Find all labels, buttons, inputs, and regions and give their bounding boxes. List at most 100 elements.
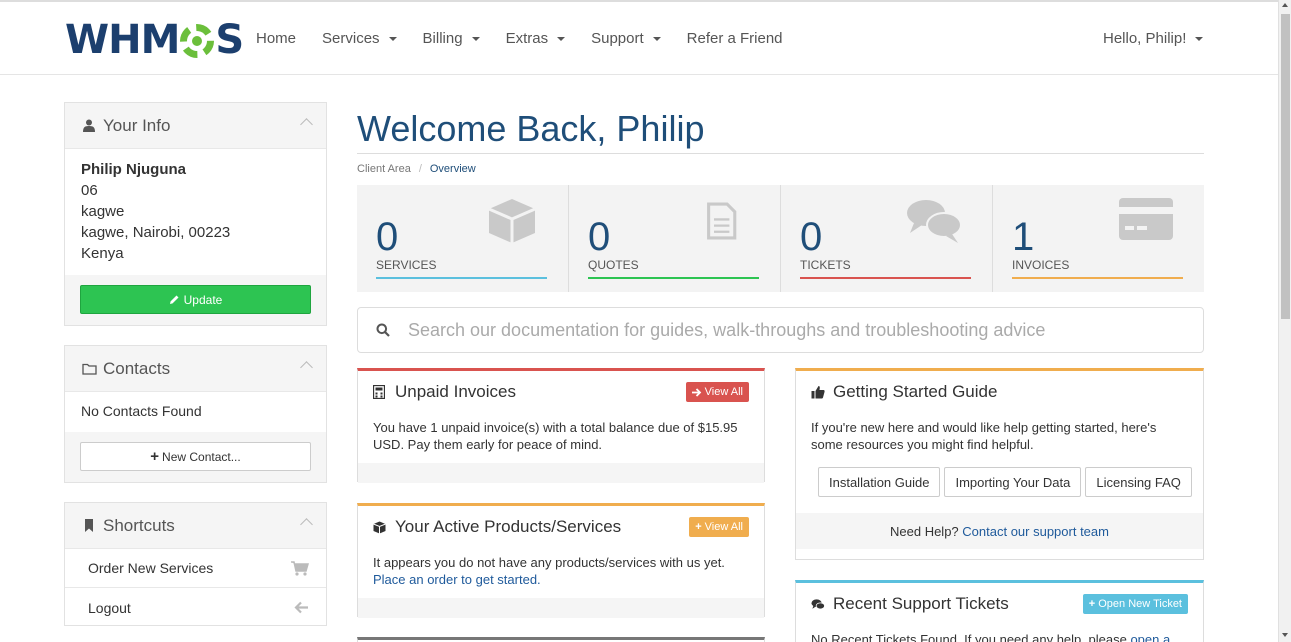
update-button[interactable]: Update [80,285,311,314]
file-icon [707,202,737,240]
logo-text-left: WHM [65,17,180,63]
gear-logo-icon [180,24,215,58]
contact-support-link[interactable]: Contact our support team [962,524,1109,539]
stat-quotes[interactable]: 0 QUOTES [569,185,781,292]
nav-label: Refer a Friend [686,30,783,47]
panel-title: Your Info [103,115,171,135]
scrollbar-thumb[interactable] [1281,14,1290,319]
plus-icon: + [695,521,702,533]
nav-services[interactable]: Services [322,30,397,47]
stat-label: SERVICES [376,258,437,272]
whmcs-logo[interactable]: WHM S [65,17,244,63]
nav-home[interactable]: Home [256,30,296,47]
address-line: kagwe, Nairobi, 00223 [81,224,231,241]
page-title: Welcome Back, Philip [357,108,705,149]
getting-started-text: If you're new here and would like help g… [811,420,1157,452]
shortcut-order-new-services[interactable]: Order New Services [65,549,326,588]
stat-value: 0 [376,215,399,259]
need-help-label: Need Help? [890,523,959,539]
shortcuts-panel: Shortcuts Order New Services Logout [64,502,327,626]
open-ticket-link[interactable]: open a [1130,632,1170,642]
contacts-header[interactable]: Contacts [65,346,326,392]
caret-down-icon [557,36,566,41]
caret-down-icon [388,36,397,41]
chevron-up-icon[interactable] [300,518,313,531]
top-navbar: WHM S Home Services Billing Extras Suppor… [0,0,1278,75]
guide-button-group: Installation Guide Importing Your Data L… [796,453,1203,497]
breadcrumb-separator: / [418,163,422,175]
user-menu[interactable]: Hello, Philip! [1103,30,1204,47]
stat-invoices[interactable]: 1 INVOICES [993,185,1204,292]
installation-guide-button[interactable]: Installation Guide [818,467,941,497]
caret-down-icon [471,36,480,41]
kb-search [357,307,1204,353]
nav-refer-a-friend[interactable]: Refer a Friend [687,30,783,47]
breadcrumb-client-area[interactable]: Client Area [357,163,411,175]
cube-icon [488,199,536,243]
nav-label: Billing [422,30,463,47]
stats-tiles: 0 SERVICES 0 QUOTES 0 TICKETS 1 INVOICES [357,185,1204,292]
stat-services[interactable]: 0 SERVICES [357,185,569,292]
arrow-right-icon [691,387,701,397]
active-products-card: Your Active Products/Services + View All… [357,503,765,618]
scroll-up-icon[interactable] [1282,3,1288,7]
search-input[interactable] [408,319,1188,341]
client-name: Philip Njuguna [81,161,186,178]
open-new-ticket-button[interactable]: + Open New Ticket [1082,594,1188,614]
cart-icon [291,560,309,576]
credit-card-icon [1119,198,1173,240]
licensing-faq-button[interactable]: Licensing FAQ [1085,467,1192,497]
button-label: Open New Ticket [1098,598,1182,610]
button-label: Update [183,292,223,307]
chevron-up-icon[interactable] [300,118,313,131]
button-label: View All [704,521,743,533]
plus-icon: + [150,448,160,465]
getting-started-card: Getting Started Guide If you're new here… [795,368,1204,560]
user-greeting: Hello, Philip! [1103,30,1187,47]
importing-data-button[interactable]: Importing Your Data [944,467,1082,497]
caret-down-icon [1195,36,1204,41]
stat-underline [588,277,759,279]
folder-icon [81,363,97,375]
bookmark-icon [81,519,97,532]
thumbs-up-icon [811,385,825,399]
next-card-edge [357,637,765,642]
scroll-down-icon[interactable] [1282,633,1288,637]
caret-down-icon [652,36,661,41]
search-icon [376,323,390,337]
panel-title: Shortcuts [103,515,175,535]
nav-support[interactable]: Support [591,30,661,47]
breadcrumb-overview: Overview [429,163,476,175]
arrow-left-icon [294,601,308,614]
stat-value: 0 [800,215,823,259]
your-info-panel: Your Info Philip Njuguna 06 kagwe kagwe,… [64,102,327,326]
address-line: kagwe [81,203,125,220]
nav-label: Support [591,30,644,47]
view-all-invoices-button[interactable]: View All [685,382,749,402]
stat-label: INVOICES [1012,258,1070,272]
recent-tickets-card: Recent Support Tickets + Open New Ticket… [795,580,1204,642]
your-info-header[interactable]: Your Info [65,103,326,149]
title-divider [357,153,1204,154]
shortcut-label: Logout [88,599,131,616]
unpaid-invoices-card: Unpaid Invoices View All You have 1 unpa… [357,368,765,483]
nav-billing[interactable]: Billing [423,30,480,47]
stat-underline [376,277,547,279]
shortcut-label: Order New Services [88,560,214,576]
nav-label: Services [322,30,380,47]
shortcut-logout[interactable]: Logout [65,588,326,627]
stat-tickets[interactable]: 0 TICKETS [781,185,993,292]
shortcuts-header[interactable]: Shortcuts [65,503,326,549]
new-contact-button[interactable]: + New Contact... [80,442,311,471]
stat-underline [800,277,971,279]
nav-label: Extras [505,30,549,47]
chevron-up-icon[interactable] [300,361,313,374]
view-all-products-button[interactable]: + View All [689,517,749,537]
page-scrollbar[interactable] [1278,0,1291,642]
stat-label: QUOTES [588,258,639,272]
card-title: Your Active Products/Services [395,517,622,536]
need-help-footer: Need Help? Contact our support team [796,513,1203,549]
nav-extras[interactable]: Extras [506,30,566,47]
stat-label: TICKETS [800,258,851,272]
place-order-link[interactable]: Place an order to get started. [373,572,541,587]
